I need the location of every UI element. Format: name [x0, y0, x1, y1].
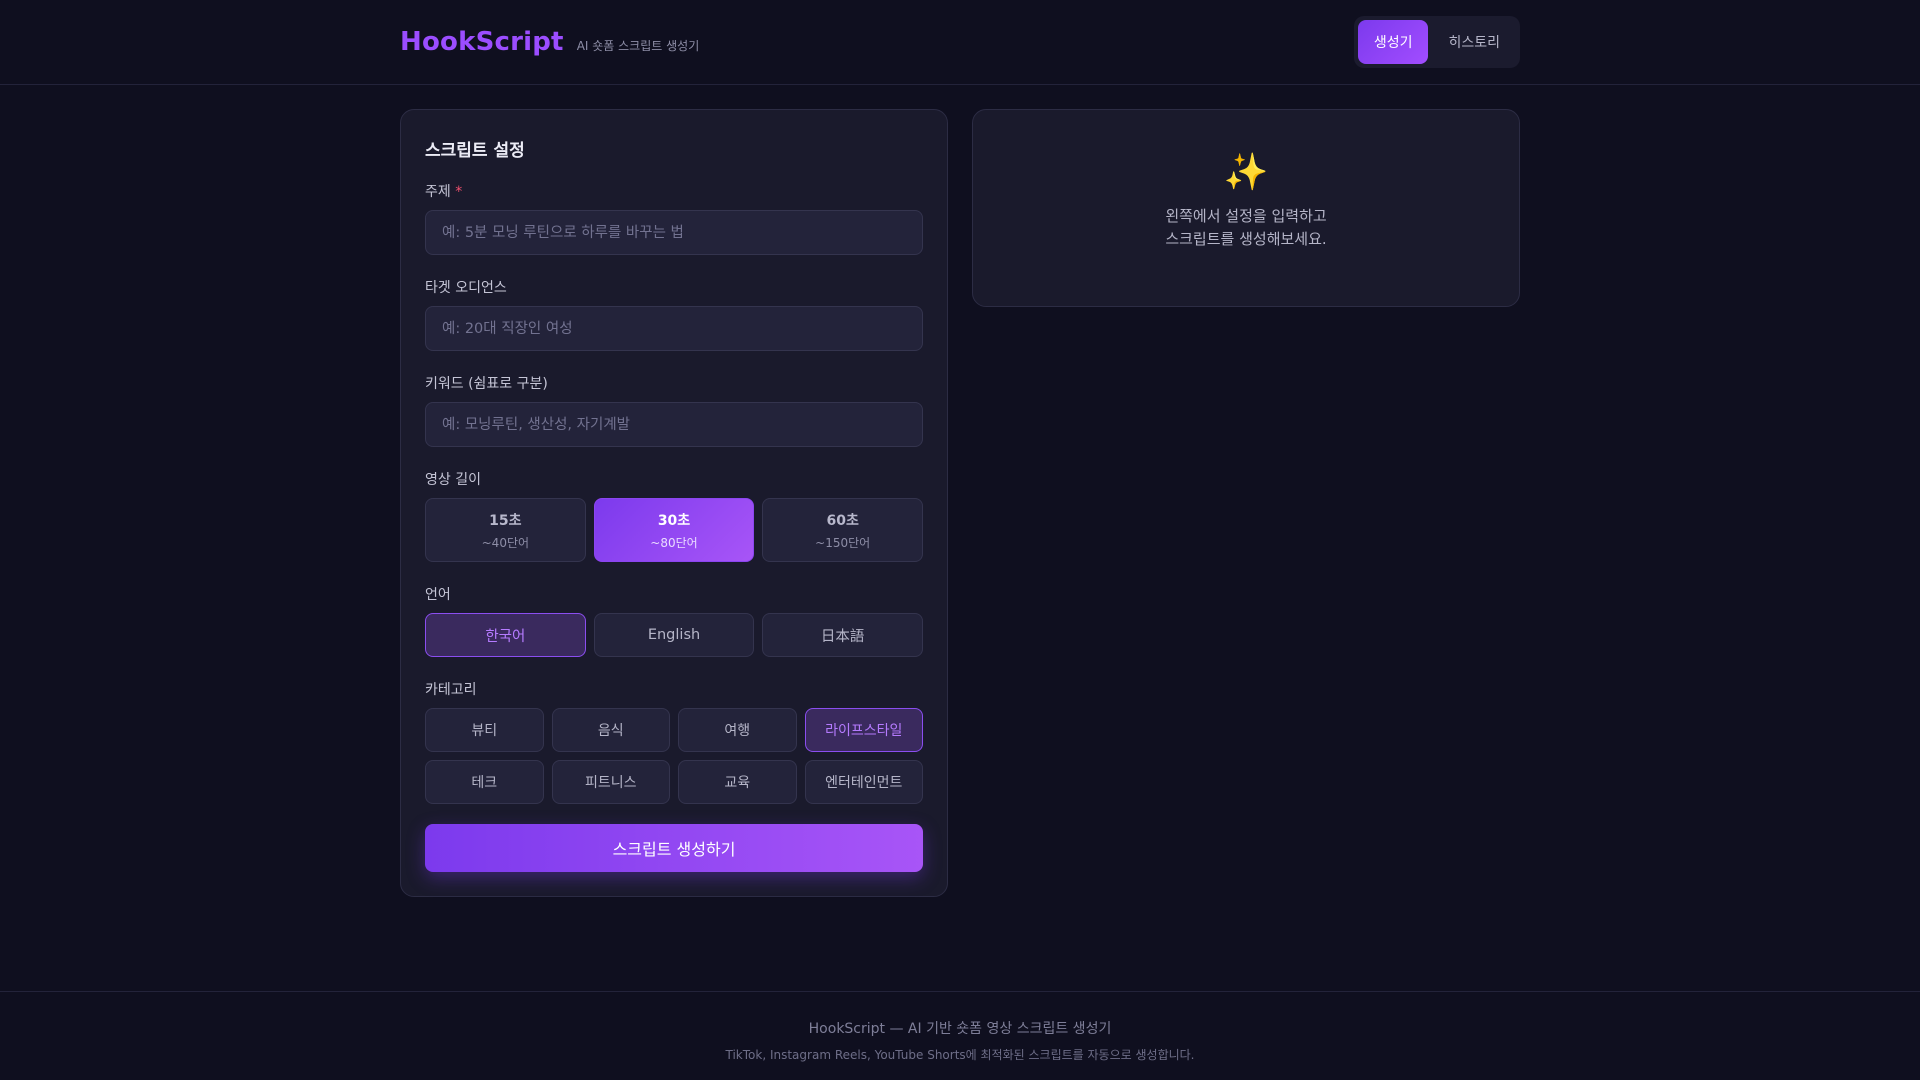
keywords-label: 키워드 (쉼표로 구분): [425, 376, 548, 392]
category-option-beauty[interactable]: 뷰티: [425, 708, 544, 752]
category-options: 뷰티 음식 여행 라이프스타일 테크 피트니스 교육 엔터테인먼트: [425, 708, 923, 804]
category-option-travel[interactable]: 여행: [678, 708, 797, 752]
duration-option-title: 60초: [826, 512, 859, 529]
duration-option-60s[interactable]: 60초 ~150단어: [762, 498, 924, 562]
audience-label: 타겟 오디언스: [425, 280, 507, 296]
category-option-education[interactable]: 교육: [678, 760, 797, 804]
header-inner: HookScript AI 숏폼 스크립트 생성기 생성기 히스토리: [400, 0, 1520, 84]
app-tagline: AI 숏폼 스크립트 생성기: [576, 39, 700, 53]
generate-script-button[interactable]: 스크립트 생성하기: [425, 824, 923, 872]
settings-title: 스크립트 설정: [425, 141, 525, 161]
nav-tab-history[interactable]: 히스토리: [1432, 20, 1516, 64]
duration-option-words: ~80단어: [650, 535, 698, 550]
main-nav: 생성기 히스토리: [1353, 16, 1520, 68]
empty-state-line-2: 스크립트를 생성해보세요.: [1165, 230, 1327, 249]
duration-option-15s[interactable]: 15초 ~40단어: [425, 498, 586, 562]
topic-input[interactable]: [425, 210, 923, 255]
audience-input[interactable]: [425, 306, 923, 351]
category-option-fitness[interactable]: 피트니스: [551, 760, 670, 804]
category-option-lifestyle[interactable]: 라이프스타일: [804, 708, 923, 752]
duration-label: 영상 길이: [425, 472, 481, 488]
nav-tab-generator[interactable]: 생성기: [1357, 20, 1429, 64]
language-option-korean[interactable]: 한국어: [425, 613, 586, 657]
app-footer: HookScript — AI 기반 숏폼 영상 스크립트 생성기 TikTok…: [0, 991, 1920, 1080]
duration-option-30s[interactable]: 30초 ~80단어: [593, 498, 755, 562]
category-label: 카테고리: [425, 682, 477, 698]
result-card: ✨ 왼쪽에서 설정을 입력하고 스크립트를 생성해보세요.: [972, 109, 1520, 307]
footer-description: TikTok, Instagram Reels, YouTube Shorts에…: [725, 1048, 1195, 1062]
duration-section: 영상 길이 15초 ~40단어 30초 ~80단어 60초 ~150단어: [425, 469, 924, 562]
category-section: 카테고리 뷰티 음식 여행 라이프스타일 테크 피트니스 교육 엔터테인먼트: [425, 679, 923, 804]
empty-state-line-1: 왼쪽에서 설정을 입력하고: [1165, 207, 1327, 225]
language-label: 언어: [425, 587, 451, 603]
category-option-tech[interactable]: 테크: [425, 760, 544, 804]
duration-option-title: 15초: [489, 512, 522, 529]
language-option-english[interactable]: English: [593, 613, 755, 657]
required-mark: *: [455, 184, 463, 200]
keywords-input[interactable]: [425, 402, 923, 447]
duration-option-title: 30초: [657, 512, 691, 529]
brand: HookScript AI 숏폼 스크립트 생성기: [400, 27, 699, 57]
sparkles-icon: ✨: [1223, 152, 1269, 193]
category-option-food[interactable]: 음식: [551, 708, 670, 752]
script-settings-card: 스크립트 설정 주제 * 타겟 오디언스 키워드 (쉼표로 구분) 영상 길이 …: [400, 109, 948, 897]
category-option-entertainment[interactable]: 엔터테인먼트: [804, 760, 923, 804]
main-content: 스크립트 설정 주제 * 타겟 오디언스 키워드 (쉼표로 구분) 영상 길이 …: [400, 109, 1520, 897]
empty-state-text: 왼쪽에서 설정을 입력하고 스크립트를 생성해보세요.: [1165, 205, 1326, 252]
duration-option-words: ~40단어: [481, 535, 530, 550]
duration-options: 15초 ~40단어 30초 ~80단어 60초 ~150단어: [425, 498, 924, 562]
language-option-japanese[interactable]: 日本語: [762, 613, 924, 657]
language-section: 언어 한국어 English 日本語: [425, 584, 924, 657]
language-options: 한국어 English 日本語: [425, 613, 924, 657]
topic-label-text: 주제: [425, 184, 451, 200]
duration-option-words: ~150단어: [815, 535, 871, 550]
app-header: HookScript AI 숏폼 스크립트 생성기 생성기 히스토리: [0, 0, 1920, 85]
footer-title: HookScript — AI 기반 숏폼 영상 스크립트 생성기: [808, 1021, 1112, 1037]
app-logo[interactable]: HookScript: [400, 27, 564, 57]
topic-label: 주제 *: [425, 181, 923, 201]
